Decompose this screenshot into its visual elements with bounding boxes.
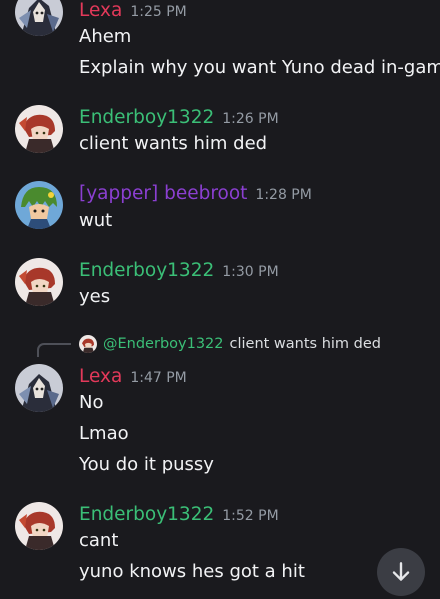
message-header: Enderboy1322 1:26 PM bbox=[79, 105, 279, 131]
message-header: [yapper] beebroot 1:28 PM bbox=[79, 181, 312, 207]
message-header: Enderboy1322 1:30 PM bbox=[79, 258, 279, 284]
jump-to-present-button[interactable] bbox=[377, 548, 425, 596]
username[interactable]: Enderboy1322 bbox=[79, 107, 214, 128]
message-text: client wants him ded bbox=[79, 133, 268, 154]
message-text: Explain why you want Yuno dead in-game bbox=[79, 57, 440, 78]
reply-mention[interactable]: @Enderboy1322 bbox=[103, 336, 224, 352]
message-text: cant bbox=[79, 530, 119, 551]
enderboy-avatar[interactable] bbox=[15, 105, 63, 153]
username[interactable]: [yapper] beebroot bbox=[79, 183, 247, 204]
timestamp: 1:25 PM bbox=[130, 4, 187, 20]
username[interactable]: Lexa bbox=[79, 366, 122, 387]
reply-preview[interactable]: @Enderboy1322 client wants him ded bbox=[79, 334, 381, 354]
enderboy-avatar[interactable] bbox=[15, 502, 63, 550]
message-text: You do it pussy bbox=[79, 454, 214, 475]
username[interactable]: Enderboy1322 bbox=[79, 260, 214, 281]
enderboy-avatar[interactable] bbox=[15, 258, 63, 306]
timestamp: 1:47 PM bbox=[130, 370, 187, 386]
lexa-avatar[interactable] bbox=[15, 364, 63, 412]
reply-connector bbox=[37, 343, 71, 357]
message-text: Lmao bbox=[79, 423, 129, 444]
message-header: Lexa 1:47 PM bbox=[79, 364, 187, 390]
timestamp: 1:30 PM bbox=[222, 264, 279, 280]
message-text: yuno knows hes got a hit bbox=[79, 561, 305, 582]
message-header: Lexa 1:25 PM bbox=[79, 0, 187, 24]
timestamp: 1:26 PM bbox=[222, 111, 279, 127]
message-text: wut bbox=[79, 210, 113, 231]
message-text: No bbox=[79, 392, 104, 413]
arrow-down-icon bbox=[392, 562, 410, 581]
username[interactable]: Enderboy1322 bbox=[79, 504, 214, 525]
timestamp: 1:28 PM bbox=[255, 187, 312, 203]
username[interactable]: Lexa bbox=[79, 0, 122, 21]
message-header: Enderboy1322 1:52 PM bbox=[79, 502, 279, 528]
timestamp: 1:52 PM bbox=[222, 508, 279, 524]
enderboy-avatar bbox=[79, 335, 97, 353]
message-text: Ahem bbox=[79, 26, 132, 47]
beebroot-avatar[interactable] bbox=[15, 181, 63, 229]
message-text: yes bbox=[79, 286, 111, 307]
lexa-avatar[interactable] bbox=[15, 0, 63, 36]
reply-text: client wants him ded bbox=[229, 336, 382, 352]
chat-message-list[interactable]: Lexa 1:25 PM Ahem Explain why you want Yu… bbox=[0, 0, 440, 599]
